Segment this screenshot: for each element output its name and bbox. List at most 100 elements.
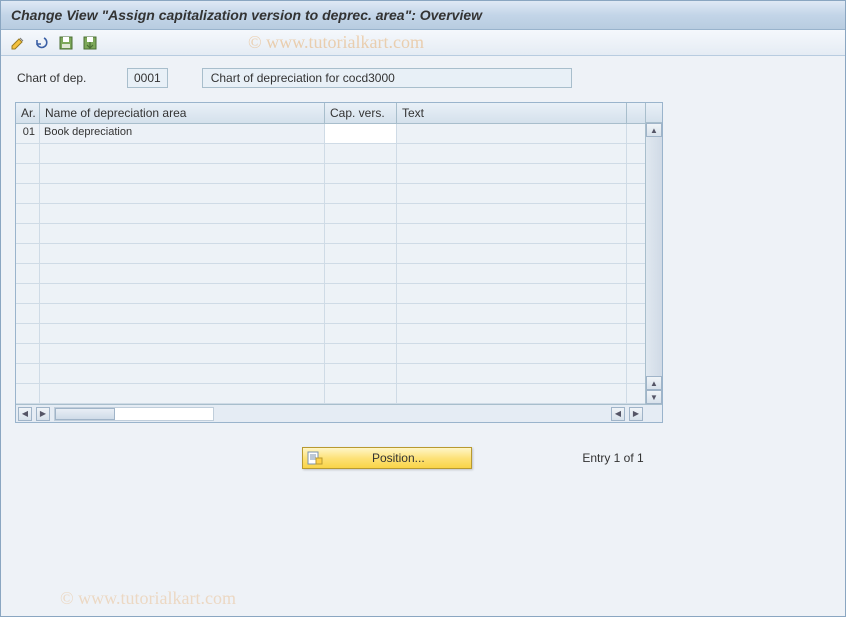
cell-c — [325, 324, 397, 343]
cell-a[interactable]: 01 — [16, 124, 40, 143]
sap-window: Change View "Assign capitalization versi… — [0, 0, 846, 617]
cell-c[interactable] — [325, 124, 397, 143]
cell-a — [16, 364, 40, 383]
cell-b — [40, 164, 325, 183]
cell-c — [325, 344, 397, 363]
position-button[interactable]: Position... — [302, 447, 472, 469]
cell-d — [397, 264, 627, 283]
cell-b — [40, 224, 325, 243]
cell-c — [325, 224, 397, 243]
save-to-icon[interactable] — [81, 34, 99, 52]
col-header-name[interactable]: Name of depreciation area — [40, 103, 325, 123]
grid-header: Ar. Name of depreciation area Cap. vers.… — [16, 103, 645, 124]
cell-b[interactable]: Book depreciation — [40, 124, 325, 143]
table-row[interactable]: 01Book depreciation — [16, 124, 645, 144]
cell-c — [325, 284, 397, 303]
content-area: Chart of dep. 0001 Chart of depreciation… — [1, 56, 845, 616]
table-row — [16, 304, 645, 324]
horizontal-scrollbar: ◀ ▶ ◀ ▶ — [16, 404, 662, 422]
page-title: Change View "Assign capitalization versi… — [11, 7, 482, 23]
cell-b — [40, 304, 325, 323]
footer: Position... Entry 1 of 1 — [113, 447, 833, 469]
cell-c — [325, 144, 397, 163]
cell-b — [40, 364, 325, 383]
cell-a — [16, 224, 40, 243]
hscroll-left-end-icon[interactable]: ◀ — [18, 407, 32, 421]
hscroll-left-icon[interactable]: ▶ — [36, 407, 50, 421]
depreciation-grid: Ar. Name of depreciation area Cap. vers.… — [15, 102, 663, 423]
cell-d — [397, 164, 627, 183]
cell-d — [397, 284, 627, 303]
cell-a — [16, 184, 40, 203]
cell-d — [397, 204, 627, 223]
table-row — [16, 244, 645, 264]
cell-c — [325, 304, 397, 323]
cell-b — [40, 264, 325, 283]
hscroll-track[interactable] — [54, 407, 214, 421]
table-row — [16, 204, 645, 224]
chart-of-dep-label: Chart of dep. — [17, 71, 117, 85]
cell-b — [40, 244, 325, 263]
hscroll-right-icon[interactable]: ◀ — [611, 407, 625, 421]
col-header-text[interactable]: Text — [397, 103, 627, 123]
toolbar — [1, 30, 845, 56]
table-row — [16, 384, 645, 404]
cell-a — [16, 244, 40, 263]
cell-a — [16, 204, 40, 223]
cell-d — [397, 364, 627, 383]
cell-d — [397, 184, 627, 203]
cell-c — [325, 384, 397, 403]
col-header-capvers[interactable]: Cap. vers. — [325, 103, 397, 123]
cell-d — [397, 324, 627, 343]
cell-c — [325, 364, 397, 383]
edit-icon[interactable] — [9, 34, 27, 52]
cell-b — [40, 184, 325, 203]
table-row — [16, 144, 645, 164]
cell-a — [16, 264, 40, 283]
cell-b — [40, 384, 325, 403]
undo-icon[interactable] — [33, 34, 51, 52]
position-icon — [307, 450, 323, 466]
position-button-label: Position... — [329, 451, 467, 465]
table-row — [16, 224, 645, 244]
cell-a — [16, 344, 40, 363]
scroll-up2-icon[interactable]: ▲ — [646, 376, 662, 390]
save-icon[interactable] — [57, 34, 75, 52]
hscroll-thumb[interactable] — [55, 408, 115, 420]
table-row — [16, 344, 645, 364]
table-row — [16, 324, 645, 344]
cell-c — [325, 184, 397, 203]
cell-c — [325, 204, 397, 223]
cell-a — [16, 324, 40, 343]
cell-c — [325, 164, 397, 183]
cell-d[interactable] — [397, 124, 627, 143]
cell-b — [40, 144, 325, 163]
hscroll-right-end-icon[interactable]: ▶ — [629, 407, 643, 421]
col-header-area[interactable]: Ar. — [16, 103, 40, 123]
table-row — [16, 364, 645, 384]
scroll-up-icon[interactable]: ▲ — [646, 123, 662, 137]
cell-d — [397, 344, 627, 363]
cell-a — [16, 304, 40, 323]
cell-d — [397, 244, 627, 263]
table-row — [16, 284, 645, 304]
vertical-scrollbar[interactable]: ▲ ▲ ▼ — [645, 103, 662, 404]
cell-d — [397, 384, 627, 403]
cell-c — [325, 264, 397, 283]
scroll-down-icon[interactable]: ▼ — [646, 390, 662, 404]
cell-b — [40, 284, 325, 303]
cell-a — [16, 284, 40, 303]
table-row — [16, 164, 645, 184]
chart-of-dep-row: Chart of dep. 0001 Chart of depreciation… — [13, 68, 833, 88]
cell-a — [16, 164, 40, 183]
table-row — [16, 264, 645, 284]
entry-count: Entry 1 of 1 — [582, 451, 643, 465]
chart-of-dep-desc: Chart of depreciation for cocd3000 — [202, 68, 572, 88]
chart-of-dep-value[interactable]: 0001 — [127, 68, 168, 88]
table-row — [16, 184, 645, 204]
cell-d — [397, 144, 627, 163]
grid-body: 01Book depreciation — [16, 124, 645, 404]
cell-a — [16, 144, 40, 163]
title-bar: Change View "Assign capitalization versi… — [1, 1, 845, 30]
cell-a — [16, 384, 40, 403]
